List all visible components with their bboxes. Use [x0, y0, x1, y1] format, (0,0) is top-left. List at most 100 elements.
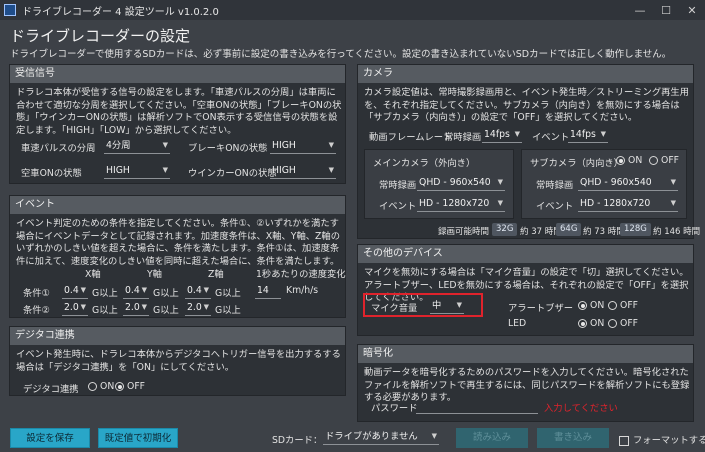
- vacant-value: HIGH: [106, 165, 130, 176]
- cond2-label: 条件②: [23, 305, 50, 316]
- close-button[interactable]: ✕: [679, 0, 705, 20]
- main-camera-panel: メインカメラ（外向き） 常時録画 QHD - 960x540 ▼ イベント HD …: [364, 149, 514, 219]
- speed-input[interactable]: 14: [255, 283, 281, 299]
- buzzer-on-radio[interactable]: ON: [578, 300, 604, 311]
- fps-continuous-select[interactable]: 14fps ▼: [482, 127, 522, 143]
- chevron-down-icon: ▼: [162, 141, 168, 149]
- chevron-down-icon: ▼: [141, 303, 147, 311]
- col-z-label: Z軸: [208, 269, 224, 280]
- pulse-label: 車速パルスの分周: [21, 143, 96, 154]
- sub-camera-on-label: ON: [628, 155, 643, 166]
- fps-continuous-label: 常時録画: [444, 132, 482, 143]
- format-label: フォーマットする: [633, 435, 705, 446]
- encryption-panel: 暗号化 動画データを暗号化するためのパスワードを入力してください。暗号化されたフ…: [357, 344, 694, 422]
- radio-off-icon: [608, 301, 617, 310]
- password-input[interactable]: [416, 398, 538, 414]
- led-off-label: OFF: [620, 318, 639, 329]
- cond2-x-select[interactable]: 2.0 ▼: [62, 300, 88, 316]
- digitacho-on-radio[interactable]: ON: [88, 381, 114, 392]
- camera-panel-title: カメラ: [358, 65, 693, 83]
- sub-camera-panel: サブカメラ（内向き） ON OFF 常時録画 QHD - 960x540 ▼ イベ…: [521, 149, 687, 219]
- radio-off-icon: [608, 319, 617, 328]
- col-x-label: X軸: [85, 269, 101, 280]
- vacant-select[interactable]: HIGH ▼: [104, 163, 170, 179]
- main-continuous-select[interactable]: QHD - 960x540 ▼: [417, 175, 505, 191]
- page-subtitle: ドライブレコーダーで使用するSDカードは、必ず事前に設定の書き込みを行ってくださ…: [10, 49, 672, 60]
- cond2-x-value: 2.0: [64, 302, 79, 313]
- fps-event-select[interactable]: 14fps ▼: [568, 127, 608, 143]
- capacity-badge: 128G: [620, 223, 651, 236]
- app-icon: [4, 4, 16, 16]
- main-event-select[interactable]: HD - 1280x720 ▼: [417, 196, 505, 212]
- event-description: イベント判定のための条件を指定してください。条件①、②いずれかを満たす場合にイベ…: [16, 218, 341, 267]
- capacity-time: 約 146 時間: [653, 227, 701, 237]
- read-button[interactable]: 読み込み: [456, 428, 528, 448]
- winker-select[interactable]: HIGH ▼: [270, 163, 336, 179]
- sd-select[interactable]: ドライブがありません ▼: [323, 429, 439, 445]
- sub-event-select[interactable]: HD - 1280x720 ▼: [578, 196, 678, 212]
- framerate-label: 動画フレームレート: [369, 132, 453, 143]
- main-continuous-label: 常時録画: [379, 180, 417, 191]
- led-on-radio[interactable]: ON: [578, 318, 604, 329]
- maximize-button[interactable]: ☐: [653, 0, 679, 20]
- chevron-down-icon: ▼: [203, 303, 209, 311]
- g-suffix: G以上: [153, 288, 179, 299]
- cond1-y-select[interactable]: 0.4 ▼: [123, 283, 149, 299]
- fps-continuous-value: 14fps: [484, 129, 510, 140]
- encryption-panel-title: 暗号化: [358, 345, 693, 363]
- sub-event-value: HD - 1280x720: [580, 198, 651, 209]
- radio-on-icon: [578, 301, 587, 310]
- chevron-down-icon: ▼: [514, 130, 520, 138]
- brake-label: ブレーキONの状態: [188, 143, 268, 154]
- main-continuous-value: QHD - 960x540: [419, 177, 491, 188]
- digitacho-panel-title: デジタコ連携: [10, 327, 345, 345]
- chevron-down-icon: ▼: [328, 166, 334, 174]
- buzzer-off-radio[interactable]: OFF: [608, 300, 638, 311]
- digitacho-description: イベント発生時に、ドラレコ本体からデジタコへトリガー信号を出力するする場合は「デ…: [16, 349, 341, 373]
- chevron-down-icon: ▼: [497, 178, 503, 186]
- radio-on-icon: [578, 319, 587, 328]
- password-label: パスワード: [371, 403, 418, 414]
- led-on-label: ON: [590, 318, 605, 329]
- brake-select[interactable]: HIGH ▼: [270, 138, 336, 154]
- winker-label: ウインカーONの状態: [188, 168, 277, 179]
- sub-continuous-label: 常時録画: [536, 180, 574, 191]
- buzzer-on-label: ON: [590, 300, 605, 311]
- radio-on-icon: [616, 156, 625, 165]
- cond1-label: 条件①: [23, 288, 50, 299]
- mic-highlight-box: [363, 293, 483, 317]
- cond2-z-select[interactable]: 2.0 ▼: [185, 300, 211, 316]
- reset-defaults-button[interactable]: 既定値で初期化: [98, 428, 178, 448]
- signal-description: ドラレコ本体が受信する信号の設定をします。「車速パルスの分周」は車両に合わせて適…: [16, 87, 342, 136]
- sub-camera-on-radio[interactable]: ON: [616, 155, 642, 166]
- cond1-x-select[interactable]: 0.4 ▼: [62, 283, 88, 299]
- camera-description: カメラ設定値は、常時撮影録画用と、イベント発生時／ストリーミング再生用を、それぞ…: [364, 87, 690, 123]
- digitacho-label: デジタコ連携: [23, 384, 79, 395]
- write-button[interactable]: 書き込み: [537, 428, 609, 448]
- chevron-down-icon: ▼: [162, 166, 168, 174]
- save-settings-button[interactable]: 設定を保存: [10, 428, 90, 448]
- signal-panel-title: 受信信号: [10, 65, 345, 83]
- page-title: ドライブレコーダーの設定: [10, 27, 191, 45]
- minimize-button[interactable]: —: [627, 0, 653, 20]
- signal-panel: 受信信号 ドラレコ本体が受信する信号の設定をします。「車速パルスの分周」は車両に…: [9, 64, 346, 184]
- recordable-label: 録画可能時間: [438, 227, 490, 237]
- fps-event-label: イベント: [532, 132, 570, 143]
- sd-value: ドライブがありません: [325, 431, 418, 442]
- devices-panel-title: その他のデバイス: [358, 245, 693, 263]
- digitacho-off-radio[interactable]: OFF: [115, 381, 145, 392]
- chevron-down-icon: ▼: [141, 286, 147, 294]
- pulse-select[interactable]: 4分周 ▼: [104, 138, 170, 154]
- cond2-y-select[interactable]: 2.0 ▼: [123, 300, 149, 316]
- cond1-z-select[interactable]: 0.4 ▼: [185, 283, 211, 299]
- main-camera-title: メインカメラ（外向き）: [373, 158, 476, 169]
- main-event-value: HD - 1280x720: [419, 198, 490, 209]
- chevron-down-icon: ▼: [431, 432, 437, 440]
- cond2-y-value: 2.0: [125, 302, 140, 313]
- radio-off-icon: [649, 156, 658, 165]
- sub-camera-off-radio[interactable]: OFF: [649, 155, 679, 166]
- led-off-radio[interactable]: OFF: [608, 318, 638, 329]
- pulse-value: 4分周: [106, 140, 131, 151]
- format-checkbox[interactable]: フォーマットする: [619, 432, 705, 446]
- sub-continuous-select[interactable]: QHD - 960x540 ▼: [578, 175, 678, 191]
